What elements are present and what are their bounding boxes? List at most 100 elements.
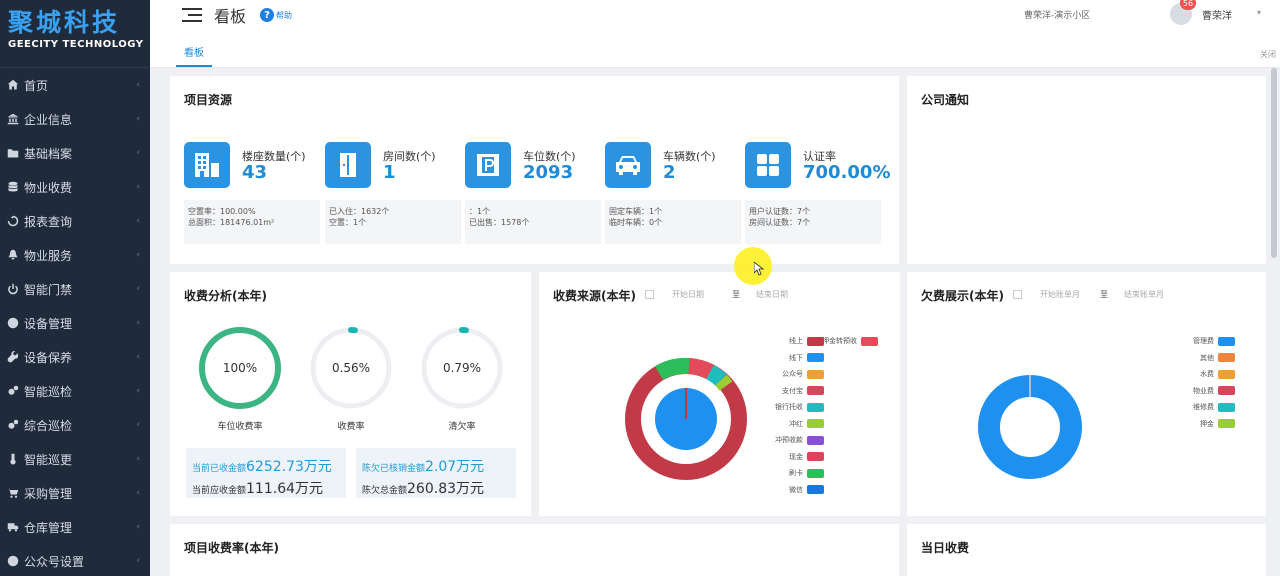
gears-icon bbox=[6, 418, 20, 432]
chevron-left-icon: ‹ bbox=[136, 318, 140, 328]
legend-label: 微信 bbox=[789, 485, 803, 494]
sidebar-item[interactable]: 设备管理 ‹ bbox=[0, 306, 150, 340]
legend-label: 维修费 bbox=[1193, 403, 1214, 412]
page-scrollbar[interactable] bbox=[1271, 68, 1277, 258]
sidebar-item[interactable]: 物业服务 ‹ bbox=[0, 238, 150, 272]
username[interactable]: 曹荣洋 bbox=[1202, 7, 1232, 22]
legend-item[interactable]: 公众号 bbox=[761, 366, 824, 383]
notification-badge[interactable]: 56 bbox=[1180, 0, 1196, 10]
legend-label: 刷卡 bbox=[789, 469, 803, 478]
project-rate-card: 项目收费率(本年) bbox=[170, 524, 899, 576]
chevron-left-icon: ‹ bbox=[136, 454, 140, 464]
start-month-input[interactable]: 开始账单月 bbox=[1040, 289, 1100, 300]
sidebar-item-label: 报表查询 bbox=[24, 214, 73, 229]
sidebar-item[interactable]: 企业信息 ‹ bbox=[0, 102, 150, 136]
summary-collected-line: 陈欠已核销金额2.07万元 bbox=[362, 456, 510, 476]
sidebar-item-label: 智能巡更 bbox=[24, 452, 73, 467]
resource-stat: 认证率 700.00% bbox=[745, 140, 891, 188]
sidebar-item[interactable]: 仓库管理 ‹ bbox=[0, 510, 150, 544]
legend-item[interactable]: 冲预收款 bbox=[761, 432, 824, 449]
tab-dashboard[interactable]: 看板 bbox=[176, 44, 212, 67]
legend-item[interactable]: 押金 bbox=[1165, 416, 1235, 433]
legend-label: 押金 bbox=[1200, 419, 1214, 428]
daily-fee-card: 当日收费 bbox=[907, 524, 1266, 576]
resource-detail-line: 已入住：1632个 bbox=[329, 207, 390, 216]
sidebar-item-label: 物业收费 bbox=[24, 180, 73, 195]
chevron-left-icon: ‹ bbox=[136, 522, 140, 532]
end-month-input[interactable]: 结束账单月 bbox=[1124, 289, 1184, 300]
resource-stat-details: ：1个 已出售：1578个 bbox=[465, 200, 601, 244]
arrears-ring bbox=[978, 375, 1082, 479]
globe-icon bbox=[6, 554, 20, 568]
sidebar-item[interactable]: 综合巡检 ‹ bbox=[0, 408, 150, 442]
sidebar-item[interactable]: 采购管理 ‹ bbox=[0, 476, 150, 510]
sidebar-item[interactable]: 物业收费 ‹ bbox=[0, 170, 150, 204]
close-tabs-button[interactable]: 关闭 bbox=[1260, 49, 1276, 60]
resource-stat: 楼座数量(个) 43 bbox=[184, 140, 314, 188]
fee-summary-box: 当前已收金额6252.73万元 当前应收金额111.64万元 bbox=[186, 448, 346, 498]
legend-item[interactable]: 线下 bbox=[761, 350, 824, 367]
arrears-checkbox[interactable] bbox=[1013, 290, 1022, 299]
company-notice-card: 公司通知 bbox=[907, 76, 1266, 264]
help-button[interactable]: ? 帮助 bbox=[260, 8, 292, 22]
legend-swatch bbox=[807, 336, 824, 346]
start-date-input[interactable]: 开始日期 bbox=[672, 289, 732, 300]
bell-icon bbox=[6, 248, 20, 262]
sidebar-item[interactable]: 智能巡检 ‹ bbox=[0, 374, 150, 408]
grid-icon bbox=[745, 142, 791, 188]
legend-label: 银行托收 bbox=[775, 403, 803, 412]
legend-item-deposit[interactable]: 押金转预收 bbox=[822, 333, 878, 350]
legend-item[interactable]: 维修费 bbox=[1165, 399, 1235, 416]
help-label: 帮助 bbox=[276, 10, 293, 20]
sidebar-item-label: 公众号设置 bbox=[24, 554, 85, 569]
sidebar-item[interactable]: 设备保养 ‹ bbox=[0, 340, 150, 374]
menu-toggle-icon[interactable] bbox=[182, 8, 202, 22]
sidebar-item[interactable]: 智能门禁 ‹ bbox=[0, 272, 150, 306]
parking-icon bbox=[465, 142, 511, 188]
sidebar-item[interactable]: 报表查询 ‹ bbox=[0, 204, 150, 238]
resource-stat-value: 2 bbox=[663, 162, 676, 183]
legend-item[interactable]: 现金 bbox=[761, 449, 824, 466]
legend-item[interactable]: 冲红 bbox=[761, 416, 824, 433]
legend-item[interactable]: 管理费 bbox=[1165, 333, 1235, 350]
resource-detail-line: 总面积：181476.01m² bbox=[188, 218, 275, 227]
legend-item[interactable]: 线上 bbox=[761, 333, 824, 350]
end-date-input[interactable]: 结束日期 bbox=[756, 289, 816, 300]
user-menu-chevron-icon[interactable]: ▾ bbox=[1257, 8, 1261, 17]
legend-item[interactable]: 微信 bbox=[761, 482, 824, 499]
fee-analysis-card: 收费分析(本年) 100% 车位收费率 0.56% 收费率 0.79% 清欠率 当前已收金… bbox=[170, 272, 531, 516]
tab-bar: 看板 关闭 bbox=[150, 30, 1280, 68]
fee-source-checkbox[interactable] bbox=[645, 290, 654, 299]
legend-label: 线上 bbox=[789, 337, 803, 346]
sidebar-item[interactable]: 公众号设置 ‹ bbox=[0, 544, 150, 576]
legend-swatch bbox=[1218, 402, 1235, 412]
sidebar-item[interactable]: 首页 ‹ bbox=[0, 68, 150, 102]
fee-source-segment-card bbox=[654, 357, 690, 381]
page-title: 看板 bbox=[214, 7, 247, 26]
chevron-left-icon: ‹ bbox=[136, 488, 140, 498]
legend-swatch bbox=[807, 369, 824, 379]
legend-swatch bbox=[807, 435, 824, 445]
resource-detail-line: 空置率：100.00% bbox=[188, 207, 256, 216]
legend-item[interactable]: 银行托收 bbox=[761, 399, 824, 416]
arrears-title: 欠费展示(本年) bbox=[921, 289, 1004, 303]
sidebar-item[interactable]: 智能巡更 ‹ bbox=[0, 442, 150, 476]
legend-item[interactable]: 刷卡 bbox=[761, 465, 824, 482]
chevron-left-icon: ‹ bbox=[136, 556, 140, 566]
community-selector[interactable]: 曹荣洋-演示小区 bbox=[1024, 8, 1090, 21]
project-resources-title: 项目资源 bbox=[184, 93, 233, 107]
sidebar-item[interactable]: 基础档案 ‹ bbox=[0, 136, 150, 170]
legend-label: 现金 bbox=[789, 452, 803, 461]
sidebar-nav: 首页 ‹ 企业信息 ‹ 基础档案 ‹ 物业收费 ‹ 报表查询 ‹ 物业服务 ‹ 智能门禁 ‹ 设备管理 ‹ 设备… bbox=[0, 68, 150, 576]
gauge-ring: 0.56% bbox=[310, 327, 392, 409]
legend-item[interactable]: 支付宝 bbox=[761, 383, 824, 400]
building-icon bbox=[184, 142, 230, 188]
arrears-card: 欠费展示(本年) 开始账单月 至 结束账单月 管理费 其他 水费 物业费 维修费 押金 bbox=[907, 272, 1266, 516]
legend-item[interactable]: 物业费 bbox=[1165, 383, 1235, 400]
legend-item[interactable]: 其他 bbox=[1165, 350, 1235, 367]
resource-detail-line: 房间认证数：7个 bbox=[749, 218, 811, 227]
legend-item[interactable]: 水费 bbox=[1165, 366, 1235, 383]
legend-label: 物业费 bbox=[1193, 386, 1214, 395]
summary-total-line: 当前应收金额111.64万元 bbox=[192, 478, 340, 498]
resource-stat: 车辆数(个) 2 bbox=[605, 140, 735, 188]
